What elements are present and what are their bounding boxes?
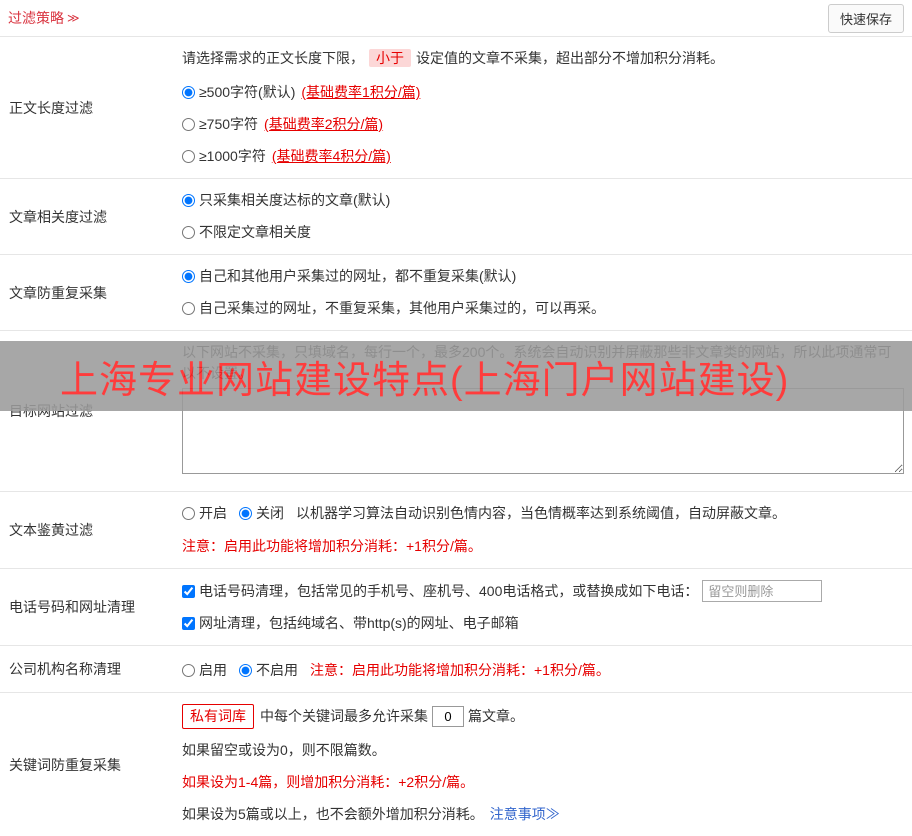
phone-url-content: 电话号码清理，包括常见的手机号、座机号、400电话格式，或替换成如下电话： 网址… [176, 569, 912, 645]
porn-option-on-label: 开启 [199, 505, 227, 521]
length-option-500[interactable]: ≥500字符(默认) (基础费率1积分/篇) [182, 82, 904, 103]
row-label-dedupe: 文章防重复采集 [9, 284, 107, 301]
radio-relevance-strict[interactable] [182, 194, 195, 207]
keyword-note-five: 如果设为5篇或以上，也不会额外增加积分消耗。 注意事项≫ [182, 804, 904, 825]
porn-filter-content: 开启 关闭 以机器学习算法自动识别色情内容，当色情概率达到系统阈值，自动屏蔽文章… [176, 492, 912, 568]
length-option-1000-label: ≥1000字符 [199, 148, 266, 164]
radio-porn-off[interactable] [239, 507, 252, 520]
company-option-off-label: 不启用 [256, 661, 298, 678]
company-option-off[interactable]: 不启用 [239, 660, 298, 681]
company-clean-note: 注意：启用此功能将增加积分消耗：+1积分/篇。 [310, 661, 610, 678]
phone-clean-option[interactable]: 电话号码清理，包括常见的手机号、座机号、400电话格式，或替换成如下电话： [182, 581, 698, 602]
company-option-on-label: 启用 [199, 661, 227, 678]
radio-company-on[interactable] [182, 663, 195, 677]
phone-clean-label: 电话号码清理，包括常见的手机号、座机号、400电话格式，或替换成如下电话： [199, 582, 699, 599]
length-option-500-label: ≥500字符(默认) [199, 84, 296, 100]
keyword-dedupe-content: 私有词库 中每个关键词最多允许采集 篇文章。 如果留空或设为0，则不限篇数。 如… [176, 693, 912, 836]
length-option-1000-rate: (基础费率4积分/篇) [271, 148, 391, 164]
row-label-body-length: 正文长度过滤 [9, 99, 93, 116]
section-dedupe: 文章防重复采集 自己和其他用户采集过的网址，都不重复采集(默认) 自己采集过的网… [0, 255, 912, 331]
length-option-500-rate: (基础费率1积分/篇) [301, 84, 421, 100]
porn-filter-desc: 以机器学习算法自动识别色情内容，当色情概率达到系统阈值，自动屏蔽文章。 [296, 505, 786, 521]
quick-save-button[interactable]: 快速保存 [827, 3, 904, 33]
private-lexicon-tag: 私有词库 [182, 704, 254, 729]
dedupe-option-self-label: 自己采集过的网址，不重复采集，其他用户采集过的，可以再采。 [199, 300, 605, 316]
section-porn-filter: 文本鉴黄过滤 开启 关闭 以机器学习算法自动识别色情内容，当色情概率达到系统阈值… [0, 492, 912, 569]
checkbox-url-clean[interactable] [182, 617, 195, 630]
less-than-tag: 小于 [369, 49, 411, 67]
section-body-length: 正文长度过滤 请选择需求的正文长度下限， 小于 设定值的文章不采集，超出部分不增加积… [0, 37, 912, 179]
keyword-note-cost: 如果设为1-4篇，则增加积分消耗：+2积分/篇。 [182, 774, 475, 790]
body-length-intro: 请选择需求的正文长度下限， 小于 设定值的文章不采集，超出部分不增加积分消耗。 [182, 48, 904, 69]
dedupe-option-self[interactable]: 自己采集过的网址，不重复采集，其他用户采集过的，可以再采。 [182, 298, 904, 319]
radio-porn-on[interactable] [182, 507, 195, 520]
porn-filter-note: 注意：启用此功能将增加积分消耗：+1积分/篇。 [182, 538, 482, 554]
section-relevance: 文章相关度过滤 只采集相关度达标的文章(默认) 不限定文章相关度 [0, 179, 912, 255]
row-label-phone-url: 电话号码和网址清理 [9, 599, 135, 615]
page-title-toggle[interactable]: 过滤策略 ≫ [8, 8, 80, 28]
radio-dedupe-global[interactable] [182, 270, 195, 283]
chevron-double-down-icon: ≫ [67, 11, 80, 25]
dedupe-option-global-label: 自己和其他用户采集过的网址，都不重复采集(默认) [199, 268, 517, 284]
relevance-option-any[interactable]: 不限定文章相关度 [182, 222, 904, 243]
watermark-overlay: 上海专业网站建设特点(上海门户网站建设) [0, 341, 912, 411]
keyword-note-zero: 如果留空或设为0，则不限篇数。 [182, 742, 386, 758]
intro-pre: 请选择需求的正文长度下限， [182, 50, 364, 66]
watermark-text: 上海专业网站建设特点(上海门户网站建设) [60, 359, 790, 402]
body-length-content: 请选择需求的正文长度下限， 小于 设定值的文章不采集，超出部分不增加积分消耗。 ≥5… [176, 37, 912, 178]
keyword-limit-line: 私有词库 中每个关键词最多允许采集 篇文章。 [182, 704, 904, 729]
length-option-750[interactable]: ≥750字符 (基础费率2积分/篇) [182, 114, 904, 135]
relevance-option-strict[interactable]: 只采集相关度达标的文章(默认) [182, 190, 904, 211]
section-phone-url-clean: 电话号码和网址清理 电话号码清理，包括常见的手机号、座机号、400电话格式，或替… [0, 569, 912, 646]
url-clean-label: 网址清理，包括纯域名、带http(s)的网址、电子邮箱 [199, 615, 519, 631]
radio-company-off[interactable] [239, 663, 252, 677]
keyword-limit-mid: 中每个关键词最多允许采集 [260, 708, 428, 724]
row-label-company-clean: 公司机构名称清理 [9, 661, 121, 677]
porn-filter-options: 开启 关闭 以机器学习算法自动识别色情内容，当色情概率达到系统阈值，自动屏蔽文章… [182, 503, 904, 524]
notes-link[interactable]: 注意事项≫ [490, 804, 560, 825]
keyword-limit-end: 篇文章。 [468, 708, 524, 724]
replacement-phone-input[interactable] [702, 580, 823, 602]
porn-option-off[interactable]: 关闭 [239, 503, 284, 524]
relevance-option-strict-label: 只采集相关度达标的文章(默认) [199, 192, 391, 208]
radio-relevance-any[interactable] [182, 226, 195, 239]
porn-option-on[interactable]: 开启 [182, 503, 227, 524]
length-option-1000[interactable]: ≥1000字符 (基础费率4积分/篇) [182, 146, 904, 167]
page-title: 过滤策略 [8, 10, 64, 26]
company-clean-content: 启用 不启用 注意：启用此功能将增加积分消耗：+1积分/篇。 [176, 646, 912, 692]
intro-post: 设定值的文章不采集，超出部分不增加积分消耗。 [416, 50, 724, 66]
relevance-option-any-label: 不限定文章相关度 [199, 224, 311, 240]
section-keyword-dedupe: 关键词防重复采集 私有词库 中每个关键词最多允许采集 篇文章。 如果留空或设为0… [0, 693, 912, 836]
keyword-note-five-text: 如果设为5篇或以上，也不会额外增加积分消耗。 [182, 806, 484, 822]
section-company-clean: 公司机构名称清理 启用 不启用 注意：启用此功能将增加积分消耗：+1积分/篇。 [0, 646, 912, 693]
radio-dedupe-self[interactable] [182, 302, 195, 315]
row-label-keyword-dedupe: 关键词防重复采集 [9, 756, 121, 773]
url-clean-option[interactable]: 网址清理，包括纯域名、带http(s)的网址、电子邮箱 [182, 613, 904, 634]
radio-length-1000[interactable] [182, 150, 195, 163]
company-option-on[interactable]: 启用 [182, 660, 227, 681]
filter-strategy-page: 过滤策略 ≫ 快速保存 正文长度过滤 请选择需求的正文长度下限， 小于 设定值的文章… [0, 0, 912, 836]
dedupe-content: 自己和其他用户采集过的网址，都不重复采集(默认) 自己采集过的网址，不重复采集，… [176, 255, 912, 330]
dedupe-option-global[interactable]: 自己和其他用户采集过的网址，都不重复采集(默认) [182, 266, 904, 287]
length-option-750-rate: (基础费率2积分/篇) [264, 116, 384, 132]
length-option-750-label: ≥750字符 [199, 116, 259, 132]
phone-clean-line: 电话号码清理，包括常见的手机号、座机号、400电话格式，或替换成如下电话： [182, 580, 904, 602]
porn-option-off-label: 关闭 [256, 505, 284, 521]
row-label-porn-filter: 文本鉴黄过滤 [9, 522, 93, 538]
radio-length-500[interactable] [182, 86, 195, 99]
keyword-limit-input[interactable] [432, 706, 464, 727]
relevance-content: 只采集相关度达标的文章(默认) 不限定文章相关度 [176, 179, 912, 254]
radio-length-750[interactable] [182, 118, 195, 131]
header: 过滤策略 ≫ 快速保存 [0, 0, 912, 37]
checkbox-phone-clean[interactable] [182, 584, 195, 598]
row-label-relevance: 文章相关度过滤 [9, 208, 107, 225]
